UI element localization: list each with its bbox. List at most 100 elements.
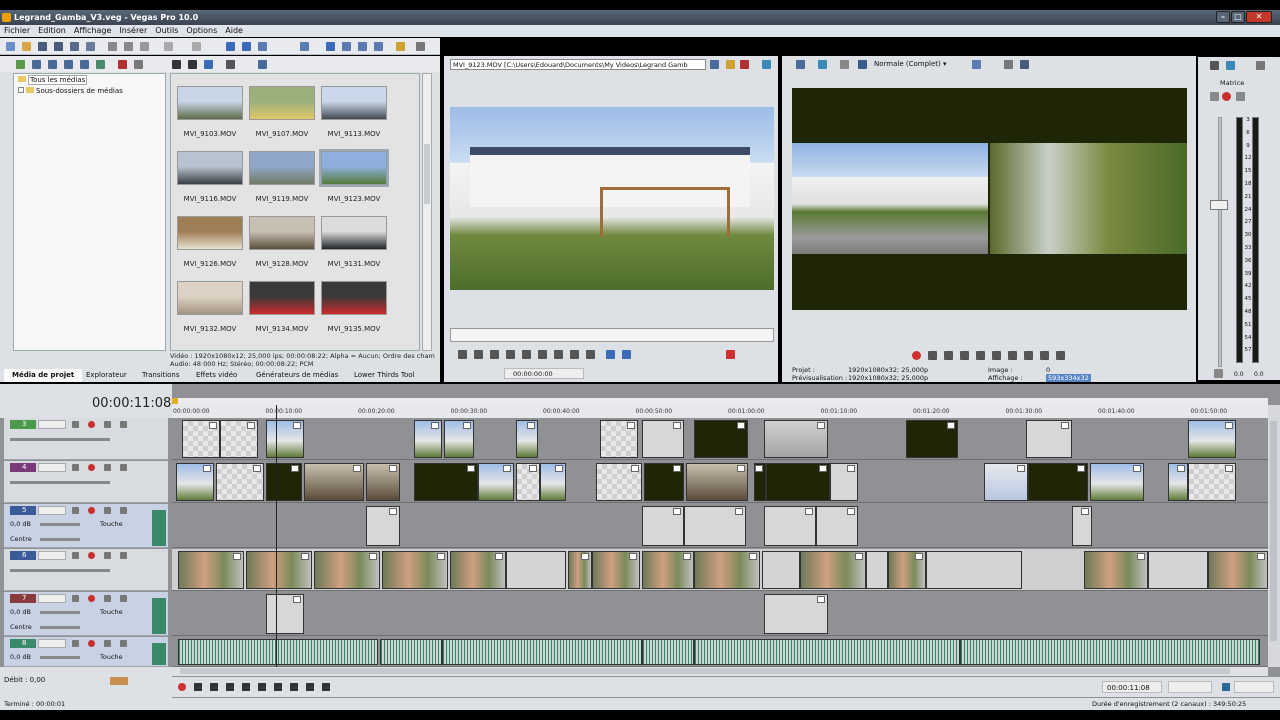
copy-snapshot-icon[interactable] <box>1004 60 1013 69</box>
lock-envelopes-icon[interactable] <box>374 42 383 51</box>
copy-icon[interactable] <box>124 42 133 51</box>
track-mute-icon[interactable] <box>104 552 111 559</box>
event-fx-icon[interactable] <box>495 553 503 560</box>
event-fx-icon[interactable] <box>467 465 475 472</box>
automation-mode[interactable]: Touche <box>100 653 123 661</box>
track-solo-icon[interactable] <box>120 421 127 428</box>
media-thumbnail[interactable] <box>249 86 315 120</box>
timeline-clip[interactable] <box>516 463 540 501</box>
event-fx-icon[interactable] <box>683 553 691 560</box>
tab-video-fx[interactable]: Effets vidéo <box>196 371 237 379</box>
trimmer-path-dropdown[interactable]: MVI_9123.MOV [C:\Users\Edouard\Documents… <box>450 59 706 70</box>
timeline-clip[interactable] <box>314 551 380 589</box>
play-icon[interactable] <box>490 350 499 359</box>
volume-slider[interactable] <box>40 611 80 614</box>
ripple-icon[interactable] <box>358 42 367 51</box>
tab-lower-thirds[interactable]: Lower Thirds Tool <box>354 371 415 379</box>
timeline-clip[interactable] <box>380 639 442 665</box>
timeline-clip[interactable] <box>1026 420 1072 458</box>
event-fx-icon[interactable] <box>301 553 309 560</box>
timeline-clip[interactable] <box>762 551 800 589</box>
next-frame-icon[interactable] <box>322 683 330 691</box>
track-header[interactable]: 8 0,0 dB Touche <box>4 637 168 667</box>
timeline-clip[interactable] <box>764 420 828 458</box>
timeline-clip[interactable] <box>1168 463 1188 501</box>
media-properties-icon[interactable] <box>134 60 143 69</box>
timeline-clip[interactable] <box>888 551 926 589</box>
timeline-clip[interactable] <box>442 639 642 665</box>
event-fx-icon[interactable] <box>947 422 955 429</box>
playhead[interactable] <box>276 405 277 667</box>
preview-quality-dropdown[interactable]: Normale (Complet) ▾ <box>874 59 962 70</box>
stop-icon[interactable] <box>522 350 531 359</box>
event-fx-icon[interactable] <box>529 465 537 472</box>
paste-icon[interactable] <box>140 42 149 51</box>
track-solo-icon[interactable] <box>120 595 127 602</box>
event-fx-icon[interactable] <box>203 465 211 472</box>
timeline-clip[interactable] <box>684 506 746 546</box>
views-icon[interactable] <box>226 60 235 69</box>
normal-edit-tool-icon[interactable] <box>226 42 235 51</box>
timeline-clip[interactable] <box>764 506 816 546</box>
trimmer-fx-icon[interactable] <box>726 60 735 69</box>
track-header[interactable]: 5 0,0 dB Touche Centre <box>4 504 168 548</box>
pause-icon[interactable] <box>976 351 985 360</box>
event-fx-icon[interactable] <box>1225 465 1233 472</box>
timeline-clip[interactable] <box>1028 463 1088 501</box>
ignore-grouping-icon[interactable] <box>396 42 405 51</box>
track-name-field[interactable] <box>38 594 66 603</box>
event-fx-icon[interactable] <box>817 422 825 429</box>
capture-icon[interactable] <box>32 60 41 69</box>
event-fx-icon[interactable] <box>247 422 255 429</box>
media-thumbnail[interactable] <box>249 151 315 185</box>
loop-icon[interactable] <box>458 350 467 359</box>
tree-item-all-media[interactable]: Tous les médias <box>18 75 88 85</box>
event-fx-icon[interactable] <box>1077 465 1085 472</box>
extract-audio-icon[interactable] <box>64 60 73 69</box>
pause-icon[interactable] <box>242 683 250 691</box>
event-fx-icon[interactable] <box>1081 508 1089 515</box>
timeline-clip[interactable] <box>266 594 304 634</box>
bus-properties-icon[interactable] <box>1210 61 1219 70</box>
event-fx-icon[interactable] <box>735 508 743 515</box>
timeline-clip[interactable] <box>266 420 304 458</box>
render-icon[interactable] <box>70 42 79 51</box>
prev-frame-icon[interactable] <box>306 683 314 691</box>
event-fx-icon[interactable] <box>749 553 757 560</box>
timeline-clip[interactable] <box>450 551 506 589</box>
automation-mode[interactable]: Touche <box>100 520 123 528</box>
help-icon[interactable] <box>416 42 425 51</box>
menu-options[interactable]: Options <box>186 25 217 37</box>
media-thumbnail[interactable] <box>319 149 389 187</box>
media-thumbnail[interactable] <box>177 216 243 250</box>
timeline-clip[interactable] <box>506 551 566 589</box>
timeline-clip[interactable] <box>642 639 694 665</box>
track-fx-icon[interactable] <box>88 595 95 602</box>
media-thumbnail[interactable] <box>177 151 243 185</box>
track-header[interactable]: 4 <box>4 461 168 503</box>
event-fx-icon[interactable] <box>915 553 923 560</box>
timeline-clip[interactable] <box>178 639 378 665</box>
event-fx-icon[interactable] <box>847 508 855 515</box>
delete-media-icon[interactable] <box>118 60 127 69</box>
timeline-clip[interactable] <box>1188 463 1236 501</box>
media-thumbnail[interactable] <box>249 216 315 250</box>
timeline-clip[interactable] <box>478 463 514 501</box>
track-header[interactable]: 7 0,0 dB Touche Centre <box>4 592 168 636</box>
bus-more-icon[interactable] <box>1256 61 1265 70</box>
prev-frame-icon[interactable] <box>570 350 579 359</box>
timeline-clip[interactable] <box>960 639 1260 665</box>
timeline-clip[interactable] <box>644 463 684 501</box>
media-thumbnail[interactable] <box>249 281 315 315</box>
event-fx-icon[interactable] <box>581 553 589 560</box>
automation-mode[interactable]: Touche <box>100 608 123 616</box>
timeline-clip[interactable] <box>366 463 400 501</box>
zoom-tool-icon[interactable] <box>300 42 309 51</box>
event-fx-icon[interactable] <box>293 422 301 429</box>
event-fx-icon[interactable] <box>819 465 827 472</box>
stop-icon[interactable] <box>992 351 1001 360</box>
event-fx-icon[interactable] <box>847 465 855 472</box>
play-icon[interactable] <box>226 683 234 691</box>
overlays-icon[interactable] <box>972 60 981 69</box>
timeline-clip[interactable] <box>366 506 400 546</box>
